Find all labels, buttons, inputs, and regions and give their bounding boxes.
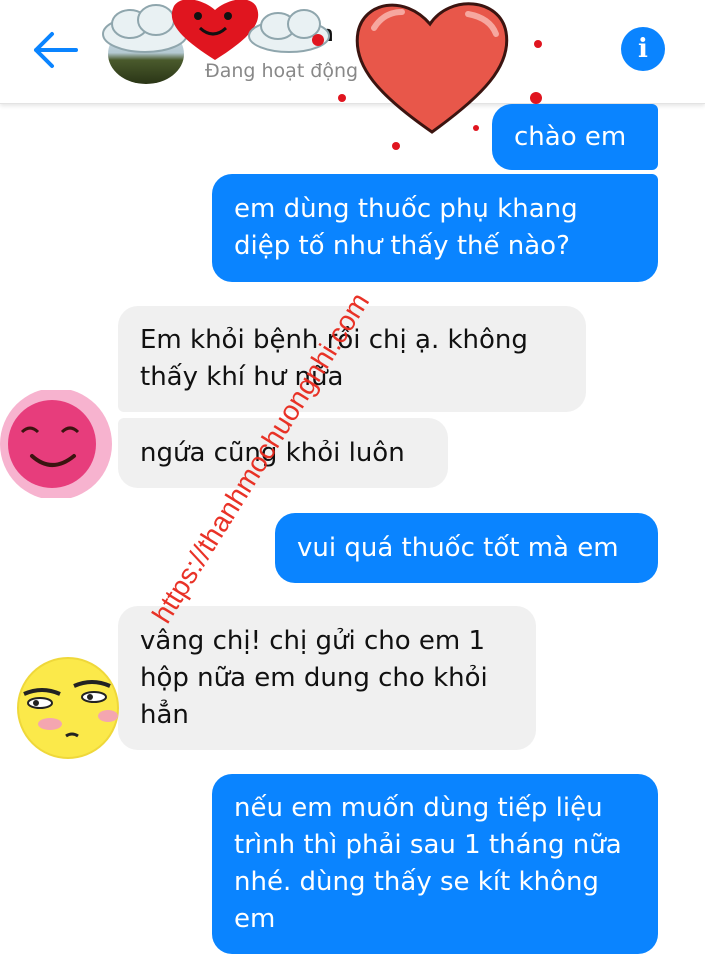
outgoing-message[interactable]: chào em	[492, 104, 658, 170]
smirking-face-sticker	[17, 657, 119, 759]
incoming-message[interactable]: vâng chị! chị gửi cho em 1 hộp nữa em du…	[118, 606, 536, 750]
outgoing-message[interactable]: vui quá thuốc tốt mà em	[275, 513, 658, 583]
blushing-face-sticker	[0, 390, 112, 498]
outgoing-message[interactable]: em dùng thuốc phụ khang diệp tố như thấy…	[212, 174, 658, 282]
outgoing-message[interactable]: nếu em muốn dùng tiếp liệu trình thì phả…	[212, 774, 658, 954]
info-icon[interactable]: i	[621, 27, 665, 71]
back-arrow-icon[interactable]	[30, 30, 80, 70]
